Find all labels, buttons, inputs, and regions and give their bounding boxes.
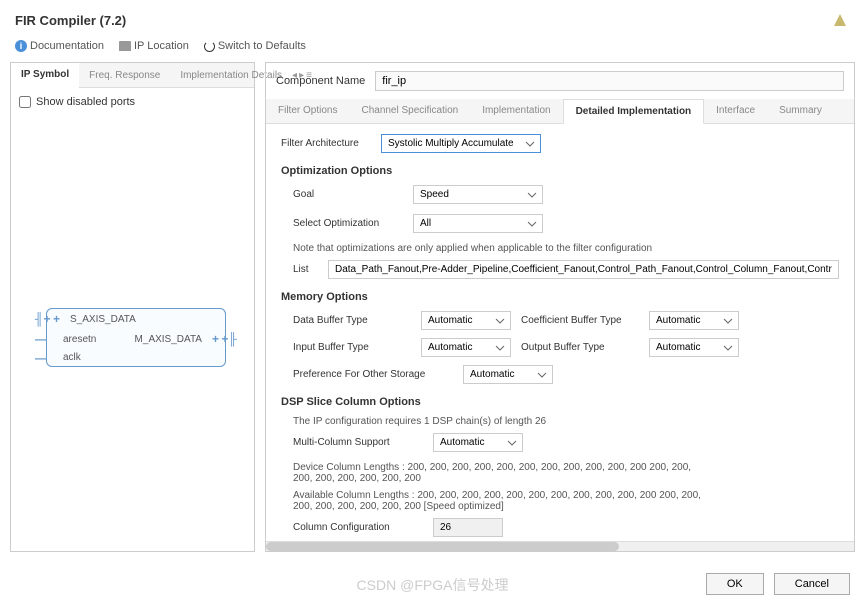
port-plus-icon: +╟ bbox=[221, 332, 237, 346]
in-buf-label: Input Buffer Type bbox=[293, 342, 413, 353]
coef-buf-label: Coefficient Buffer Type bbox=[521, 315, 641, 326]
multi-col-select[interactable]: Automatic bbox=[433, 433, 523, 452]
component-name-label: Component Name bbox=[276, 75, 365, 87]
ip-location-link[interactable]: IP Location bbox=[119, 40, 189, 52]
col-conf-input[interactable] bbox=[433, 518, 503, 537]
show-disabled-ports-checkbox[interactable] bbox=[19, 96, 31, 108]
horizontal-scrollbar[interactable] bbox=[266, 541, 854, 551]
multi-col-label: Multi-Column Support bbox=[293, 437, 423, 448]
goal-select[interactable]: Speed bbox=[413, 185, 543, 204]
component-name-input[interactable] bbox=[375, 71, 844, 91]
dsp-title: DSP Slice Column Options bbox=[281, 396, 839, 408]
port-plus-icon: ╢+ bbox=[35, 312, 51, 326]
switch-defaults-label: Switch to Defaults bbox=[218, 40, 306, 52]
pref-storage-select[interactable]: Automatic bbox=[463, 365, 553, 384]
port-m-axis-data: M_AXIS_DATA bbox=[135, 334, 202, 345]
col-conf-label: Column Configuration bbox=[293, 522, 423, 533]
port-aresetn: aresetn bbox=[63, 334, 96, 345]
watermark: CSDN @FPGA信号处理 bbox=[357, 575, 509, 595]
in-buf-select[interactable]: Automatic bbox=[421, 338, 511, 357]
right-panel: Component Name Filter Options Channel Sp… bbox=[265, 62, 855, 552]
data-buf-label: Data Buffer Type bbox=[293, 315, 413, 326]
tab-freq-response[interactable]: Freq. Response bbox=[79, 64, 170, 87]
opt-note: Note that optimizations are only applied… bbox=[293, 243, 839, 254]
opt-list-input[interactable] bbox=[328, 260, 839, 279]
select-opt-select[interactable]: All bbox=[413, 214, 543, 233]
tab-channel-spec[interactable]: Channel Specification bbox=[349, 99, 470, 123]
port-s-axis-data: S_AXIS_DATA bbox=[70, 314, 136, 325]
port-minus-icon: — bbox=[35, 332, 47, 346]
show-disabled-ports-label: Show disabled ports bbox=[36, 96, 135, 108]
memory-title: Memory Options bbox=[281, 291, 839, 303]
optimization-title: Optimization Options bbox=[281, 165, 839, 177]
vendor-logo bbox=[830, 10, 850, 30]
out-buf-select[interactable]: Automatic bbox=[649, 338, 739, 357]
tab-implementation[interactable]: Implementation bbox=[470, 99, 562, 123]
dev-col-lengths: Device Column Lengths : 200, 200, 200, 2… bbox=[293, 462, 713, 484]
coef-buf-select[interactable]: Automatic bbox=[649, 311, 739, 330]
filter-arch-label: Filter Architecture bbox=[281, 138, 371, 149]
switch-defaults-link[interactable]: Switch to Defaults bbox=[204, 40, 306, 52]
ok-button[interactable]: OK bbox=[706, 573, 764, 595]
refresh-icon bbox=[204, 41, 215, 52]
list-label: List bbox=[293, 264, 318, 275]
select-opt-label: Select Optimization bbox=[293, 218, 403, 229]
port-minus-icon: — bbox=[35, 351, 47, 365]
cancel-button[interactable]: Cancel bbox=[774, 573, 850, 595]
folder-icon bbox=[119, 41, 131, 51]
info-icon: i bbox=[15, 40, 27, 52]
tab-filter-options[interactable]: Filter Options bbox=[266, 99, 349, 123]
port-aclk: aclk bbox=[63, 352, 81, 363]
dsp-req: The IP configuration requires 1 DSP chai… bbox=[293, 416, 839, 427]
avail-col-lengths: Available Column Lengths : 200, 200, 200… bbox=[293, 490, 713, 512]
pref-storage-label: Preference For Other Storage bbox=[293, 369, 453, 380]
out-buf-label: Output Buffer Type bbox=[521, 342, 641, 353]
documentation-link[interactable]: i Documentation bbox=[15, 40, 104, 52]
tab-detailed-impl[interactable]: Detailed Implementation bbox=[563, 99, 705, 124]
ip-symbol-block: ╢+ + S_AXIS_DATA — aresetn M_AXIS_DATA +… bbox=[46, 308, 226, 367]
window-title: FIR Compiler (7.2) bbox=[15, 13, 126, 28]
ip-location-label: IP Location bbox=[134, 40, 189, 52]
data-buf-select[interactable]: Automatic bbox=[421, 311, 511, 330]
left-panel: IP Symbol Freq. Response Implementation … bbox=[10, 62, 255, 552]
tab-interface[interactable]: Interface bbox=[704, 99, 767, 123]
filter-arch-select[interactable]: Systolic Multiply Accumulate bbox=[381, 134, 541, 153]
tab-ip-symbol[interactable]: IP Symbol bbox=[11, 63, 79, 88]
goal-label: Goal bbox=[293, 189, 403, 200]
tab-summary[interactable]: Summary bbox=[767, 99, 834, 123]
documentation-label: Documentation bbox=[30, 40, 104, 52]
